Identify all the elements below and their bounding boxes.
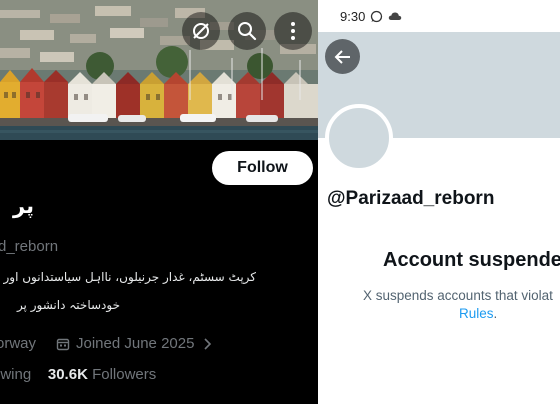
- calendar-icon: [56, 337, 70, 351]
- rules-period: .: [493, 306, 498, 321]
- profile-meta: orway Joined June 2025: [0, 335, 212, 352]
- suspended-username: @Parizaad_reborn: [327, 188, 495, 209]
- suspended-title: Account suspende: [383, 249, 560, 271]
- whatsapp-icon: [370, 10, 383, 23]
- display-name: پر: [13, 194, 34, 218]
- bio-line-1: کرپٹ سسٹم، غدار جرنیلوں، نااہل سیاستدانو…: [0, 270, 257, 284]
- more-vertical-icon[interactable]: [274, 12, 312, 50]
- joined-date: Joined June 2025: [76, 335, 195, 352]
- status-time: 9:30: [340, 8, 366, 24]
- rules-link[interactable]: Rules: [459, 306, 494, 321]
- status-bar: 9:30: [318, 0, 560, 32]
- username: d_reborn: [0, 238, 59, 255]
- rules-line: Rules.: [459, 306, 497, 321]
- following-link[interactable]: owing: [0, 366, 31, 383]
- bio-line-2: خودساختہ دانشور پر: [16, 298, 120, 312]
- follow-button[interactable]: Follow: [212, 151, 313, 185]
- avatar: [325, 104, 393, 172]
- banner-actions: [182, 12, 312, 50]
- cloud-icon: [388, 11, 402, 21]
- profile-panel-dark: Follow پر d_reborn کرپٹ سسٹم، غدار جرنیل…: [0, 0, 318, 404]
- followers-label[interactable]: Followers: [92, 366, 156, 383]
- grok-icon[interactable]: [182, 12, 220, 50]
- suspended-message: X suspends accounts that violat: [363, 288, 553, 303]
- search-icon[interactable]: [228, 12, 266, 50]
- followers-count[interactable]: 30.6K: [48, 366, 88, 383]
- location-text: orway: [0, 335, 37, 352]
- back-arrow-icon[interactable]: [325, 39, 360, 74]
- suspended-profile-panel: 9:30 @Parizaad_reborn Account suspende X…: [318, 0, 560, 404]
- follow-stats: owing 30.6K Followers: [0, 366, 156, 383]
- chevron-right-icon[interactable]: [202, 337, 212, 351]
